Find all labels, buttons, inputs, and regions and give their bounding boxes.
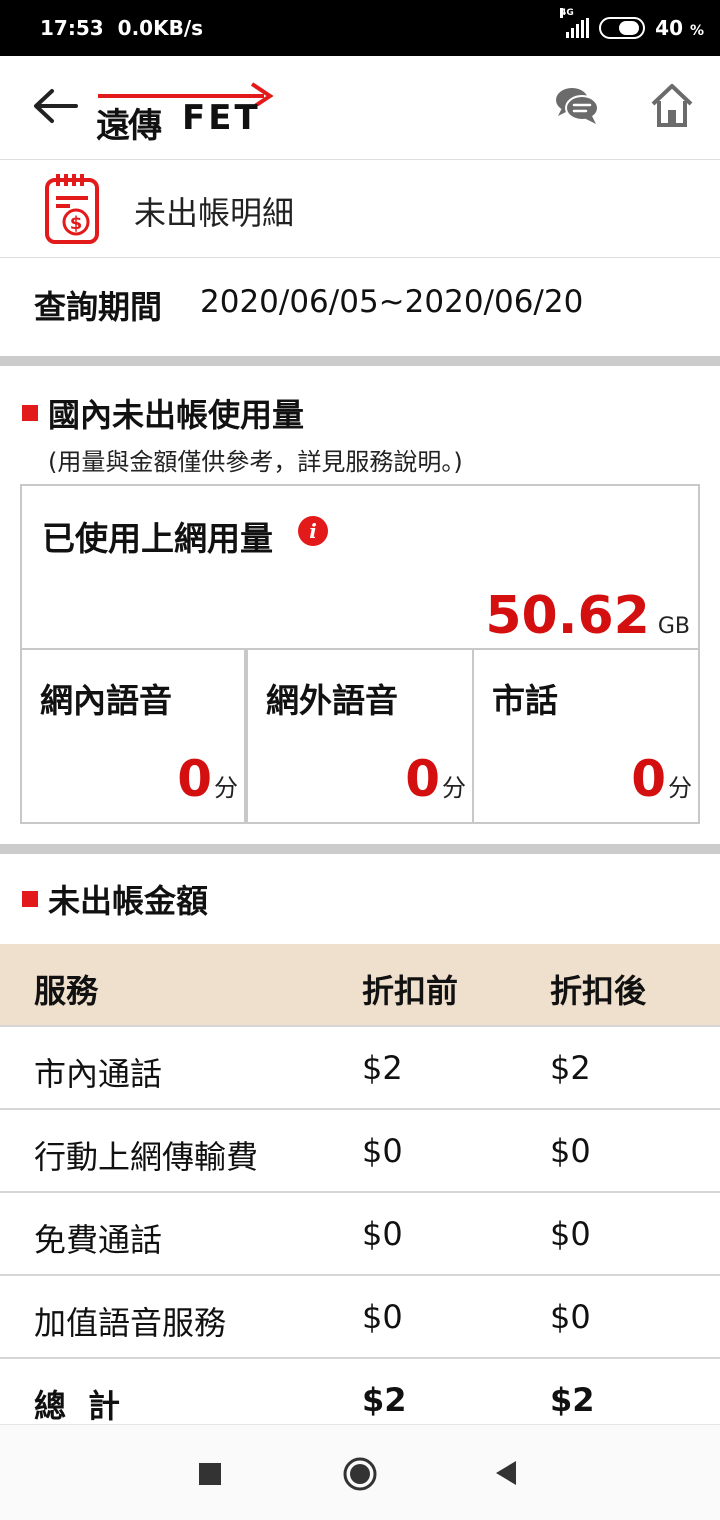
table-row: 市內通話 $2 $2 — [0, 1027, 720, 1110]
app-header: 遠傳 FET — [0, 56, 720, 160]
status-time: 17:53 — [40, 16, 104, 40]
status-net-speed: 0.0KB/s — [117, 16, 204, 40]
amount-before: $0 — [362, 1298, 403, 1336]
voice-onnet-box: 網內語音 0 分 — [20, 648, 246, 824]
total-label: 總計 — [34, 1387, 143, 1425]
landline-unit: 分 — [668, 774, 692, 802]
data-usage-unit: GB — [657, 614, 690, 639]
query-period-value: 2020/06/05~2020/06/20 — [200, 284, 584, 320]
query-period: 查詢期間 2020/06/05~2020/06/20 — [0, 258, 720, 356]
logo-en-text: FET — [182, 98, 261, 138]
logo-cn-text: 遠傳 — [96, 106, 162, 146]
back-arrow-icon[interactable] — [30, 86, 80, 126]
voice-offnet-label: 網外語音 — [266, 681, 398, 720]
amount-table: 服務 折扣前 折扣後 市內通話 $2 $2 行動上網傳輸費 $0 $0 免費通話… — [0, 944, 720, 1442]
home-icon[interactable] — [650, 82, 694, 128]
svg-text:$: $ — [70, 213, 83, 234]
battery-level: 40 — [655, 16, 683, 40]
landline-value: 0 — [631, 750, 666, 808]
service-name: 行動上網傳輸費 — [34, 1138, 259, 1176]
service-name: 免費通話 — [34, 1221, 163, 1259]
signal-icon: 4G — [560, 8, 590, 38]
fet-logo: 遠傳 FET — [96, 76, 276, 146]
section-divider — [0, 356, 720, 366]
status-bar: 17:53 0.0KB/s 4G 40 % — [0, 0, 720, 56]
landline-label: 市話 — [492, 681, 558, 720]
amount-before: $0 — [362, 1215, 403, 1253]
data-usage-value: 50.62 — [485, 586, 650, 646]
page-title: 未出帳明細 — [134, 194, 295, 232]
page-title-row: $ 未出帳明細 — [0, 160, 720, 258]
voice-offnet-unit: 分 — [442, 774, 466, 802]
info-icon[interactable]: i — [298, 516, 328, 546]
usage-section-heading: 國內未出帳使用量 — [22, 390, 304, 436]
column-header-before: 折扣前 — [362, 972, 459, 1010]
voice-onnet-value: 0 — [177, 750, 212, 808]
service-name: 加值語音服務 — [34, 1304, 227, 1342]
query-period-label: 查詢期間 — [34, 288, 163, 326]
amount-after: $2 — [550, 1049, 591, 1087]
section-divider — [0, 844, 720, 854]
system-nav-bar — [0, 1424, 720, 1520]
table-row: 免費通話 $0 $0 — [0, 1193, 720, 1276]
nav-back-icon[interactable] — [494, 1459, 518, 1487]
network-type: 4G — [560, 8, 574, 18]
amount-section-heading: 未出帳金額 — [22, 876, 208, 922]
total-after: $2 — [550, 1381, 595, 1419]
battery-unit: % — [689, 23, 704, 39]
amount-after: $0 — [550, 1215, 591, 1253]
red-square-bullet-icon — [22, 891, 38, 907]
usage-heading-text: 國內未出帳使用量 — [48, 396, 305, 434]
table-header-row: 服務 折扣前 折扣後 — [0, 944, 720, 1027]
table-row: 加值語音服務 $0 $0 — [0, 1276, 720, 1359]
column-header-after: 折扣後 — [550, 972, 647, 1010]
amount-heading-text: 未出帳金額 — [48, 882, 209, 920]
voice-offnet-value: 0 — [405, 750, 440, 808]
service-name: 市內通話 — [34, 1055, 163, 1093]
voice-offnet-box: 網外語音 0 分 — [246, 648, 474, 824]
amount-after: $0 — [550, 1132, 591, 1170]
usage-note: (用量與金額僅供參考，詳見服務說明。) — [48, 448, 463, 476]
chat-icon[interactable] — [554, 84, 600, 126]
nav-home-icon[interactable] — [342, 1456, 378, 1492]
voice-onnet-label: 網內語音 — [40, 681, 172, 720]
total-before: $2 — [362, 1381, 407, 1419]
amount-after: $0 — [550, 1298, 591, 1336]
table-row: 行動上網傳輸費 $0 $0 — [0, 1110, 720, 1193]
landline-box: 市話 0 分 — [472, 648, 700, 824]
data-usage-box: 已使用上網用量 i 50.62 GB — [20, 484, 700, 650]
amount-before: $0 — [362, 1132, 403, 1170]
recent-apps-icon[interactable] — [199, 1463, 221, 1485]
voice-onnet-unit: 分 — [214, 774, 238, 802]
data-usage-label: 已使用上網用量 — [42, 519, 273, 558]
column-header-service: 服務 — [34, 972, 99, 1010]
amount-before: $2 — [362, 1049, 403, 1087]
battery-icon — [599, 17, 646, 39]
red-square-bullet-icon — [22, 405, 38, 421]
bill-dollar-icon: $ — [45, 174, 99, 244]
